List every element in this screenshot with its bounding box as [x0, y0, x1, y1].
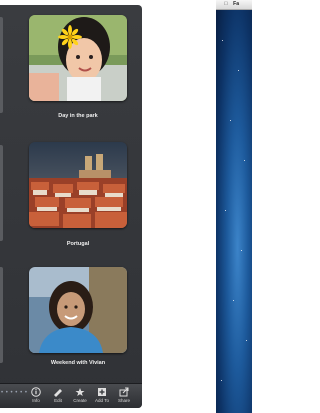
event-thumbnail-day-in-park[interactable] — [29, 15, 127, 101]
edit-label: Edit — [54, 398, 62, 403]
share-button[interactable]: Share — [114, 387, 134, 403]
star — [244, 160, 245, 161]
star — [221, 380, 222, 381]
star — [241, 250, 242, 251]
event-title: Portugal — [66, 241, 90, 247]
star — [246, 340, 247, 341]
share-icon — [119, 387, 129, 397]
neighbor-event-edge — [0, 145, 3, 241]
event-photo — [29, 142, 127, 228]
add-to-icon — [98, 388, 106, 396]
star — [222, 40, 223, 41]
edit-button[interactable]: Edit — [48, 387, 68, 403]
star — [238, 70, 239, 71]
event-title: Day in the park — [58, 113, 98, 119]
add-to-button[interactable]: Add To — [92, 387, 112, 403]
neighbor-event-edge — [0, 17, 3, 113]
info-button[interactable]: Info — [26, 387, 46, 403]
apple-menu-icon[interactable]:  — [224, 1, 228, 7]
create-icon — [75, 388, 85, 396]
event-photo — [29, 15, 127, 101]
star — [233, 300, 234, 301]
event-thumbnail-weekend-with-vivian[interactable] — [29, 267, 127, 353]
star — [230, 120, 231, 121]
edit-icon — [54, 389, 62, 397]
star — [225, 210, 226, 211]
app-menu[interactable]: Fa — [233, 1, 239, 7]
info-icon — [31, 387, 41, 397]
neighbor-event-edge — [0, 267, 3, 363]
info-label: Info — [32, 398, 40, 403]
event-thumbnail-portugal[interactable] — [29, 142, 127, 228]
desktop-background:  Fa — [216, 0, 252, 413]
iphoto-window: Day in the park Portugal Weekend with Vi… — [0, 5, 142, 408]
share-label: Share — [117, 398, 130, 403]
add-to-label: Add To — [95, 398, 109, 403]
create-label: Create — [73, 398, 87, 403]
bottom-toolbar: • • • • • • Info Edit Create Add To Shar… — [0, 383, 142, 408]
event-photo — [29, 267, 127, 353]
create-button[interactable]: Create — [70, 387, 90, 403]
zoom-dots-icon[interactable]: • • • • • • — [1, 390, 27, 396]
event-title: Weekend with Vivian — [50, 360, 106, 366]
menu-bar:  Fa — [216, 0, 252, 10]
